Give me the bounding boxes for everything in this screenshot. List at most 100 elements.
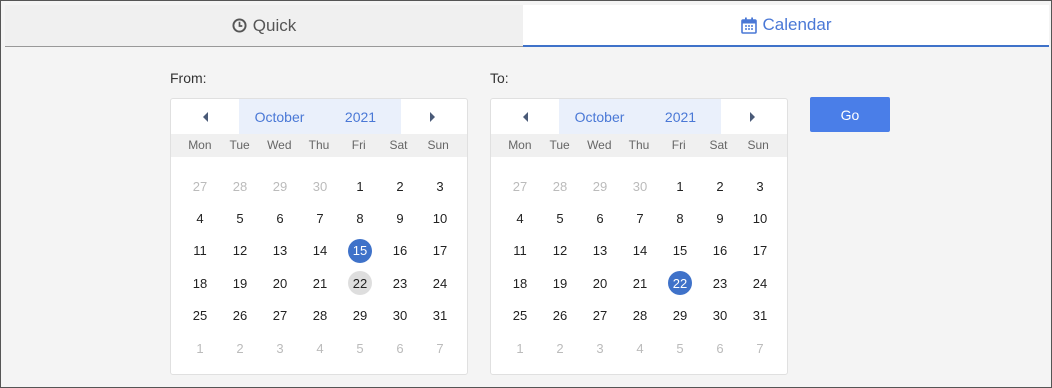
year-select[interactable]: 2021: [640, 109, 721, 125]
day-cell[interactable]: 14: [300, 235, 340, 267]
day-cell[interactable]: 5: [220, 202, 260, 234]
day-cell[interactable]: 24: [420, 267, 460, 299]
day-cell-outside-month[interactable]: 27: [500, 170, 540, 202]
day-cell-outside-month[interactable]: 3: [260, 332, 300, 364]
day-cell[interactable]: 9: [700, 202, 740, 234]
day-cell[interactable]: 9: [380, 202, 420, 234]
day-number: 29: [352, 308, 368, 324]
day-cell-outside-month[interactable]: 30: [620, 170, 660, 202]
day-cell[interactable]: 6: [260, 202, 300, 234]
day-cell[interactable]: 24: [740, 267, 780, 299]
prev-month-button[interactable]: [491, 99, 561, 134]
day-cell[interactable]: 3: [740, 170, 780, 202]
day-cell[interactable]: 19: [220, 267, 260, 299]
day-cell[interactable]: 8: [660, 202, 700, 234]
day-cell[interactable]: 22: [660, 267, 700, 299]
day-cell-outside-month[interactable]: 30: [300, 170, 340, 202]
day-cell[interactable]: 10: [740, 202, 780, 234]
day-cell[interactable]: 11: [180, 235, 220, 267]
day-cell-outside-month[interactable]: 6: [380, 332, 420, 364]
day-cell[interactable]: 16: [380, 235, 420, 267]
day-cell-outside-month[interactable]: 29: [260, 170, 300, 202]
day-cell-outside-month[interactable]: 3: [580, 332, 620, 364]
day-cell[interactable]: 11: [500, 235, 540, 267]
day-cell[interactable]: 7: [300, 202, 340, 234]
day-cell[interactable]: 10: [420, 202, 460, 234]
day-cell-outside-month[interactable]: 5: [660, 332, 700, 364]
day-cell-outside-month[interactable]: 28: [540, 170, 580, 202]
day-cell[interactable]: 17: [420, 235, 460, 267]
day-cell[interactable]: 29: [340, 300, 380, 332]
month-select[interactable]: October: [559, 109, 640, 125]
day-cell[interactable]: 2: [380, 170, 420, 202]
day-cell[interactable]: 4: [500, 202, 540, 234]
day-number: 2: [396, 178, 404, 194]
day-cell[interactable]: 18: [180, 267, 220, 299]
day-cell-outside-month[interactable]: 4: [300, 332, 340, 364]
day-cell[interactable]: 12: [540, 235, 580, 267]
day-cell[interactable]: 7: [620, 202, 660, 234]
day-cell-outside-month[interactable]: 29: [580, 170, 620, 202]
day-cell[interactable]: 15: [340, 235, 380, 267]
day-cell[interactable]: 5: [540, 202, 580, 234]
day-cell[interactable]: 14: [620, 235, 660, 267]
day-cell[interactable]: 4: [180, 202, 220, 234]
day-cell[interactable]: 27: [580, 300, 620, 332]
day-cell-outside-month[interactable]: 7: [740, 332, 780, 364]
day-cell[interactable]: 13: [580, 235, 620, 267]
day-cell[interactable]: 17: [740, 235, 780, 267]
day-cell[interactable]: 23: [700, 267, 740, 299]
day-cell-outside-month[interactable]: 28: [220, 170, 260, 202]
day-cell-outside-month[interactable]: 2: [220, 332, 260, 364]
day-cell[interactable]: 16: [700, 235, 740, 267]
day-cell[interactable]: 29: [660, 300, 700, 332]
day-cell[interactable]: 26: [220, 300, 260, 332]
week-row: 4 5 6 7 8 9 10: [500, 202, 780, 234]
day-cell[interactable]: 1: [660, 170, 700, 202]
month-select[interactable]: October: [239, 109, 320, 125]
day-cell[interactable]: 8: [340, 202, 380, 234]
day-cell[interactable]: 13: [260, 235, 300, 267]
day-cell[interactable]: 28: [300, 300, 340, 332]
day-cell-outside-month[interactable]: 27: [180, 170, 220, 202]
day-cell[interactable]: 2: [700, 170, 740, 202]
day-cell-outside-month[interactable]: 1: [500, 332, 540, 364]
day-cell[interactable]: 31: [420, 300, 460, 332]
day-number: 1: [676, 178, 684, 194]
next-month-button[interactable]: [717, 99, 787, 134]
day-cell-outside-month[interactable]: 5: [340, 332, 380, 364]
year-select[interactable]: 2021: [320, 109, 401, 125]
day-cell[interactable]: 12: [220, 235, 260, 267]
tab-calendar[interactable]: Calendar: [523, 5, 1049, 47]
day-cell[interactable]: 31: [740, 300, 780, 332]
day-cell-outside-month[interactable]: 7: [420, 332, 460, 364]
day-cell[interactable]: 30: [700, 300, 740, 332]
go-button[interactable]: Go: [810, 97, 890, 132]
day-cell[interactable]: 28: [620, 300, 660, 332]
day-cell[interactable]: 26: [540, 300, 580, 332]
day-cell[interactable]: 21: [300, 267, 340, 299]
prev-month-button[interactable]: [171, 99, 241, 134]
day-cell[interactable]: 22: [340, 267, 380, 299]
day-number: 9: [396, 211, 404, 227]
day-cell-outside-month[interactable]: 6: [700, 332, 740, 364]
day-cell[interactable]: 23: [380, 267, 420, 299]
next-month-button[interactable]: [397, 99, 467, 134]
day-cell[interactable]: 6: [580, 202, 620, 234]
day-cell[interactable]: 25: [180, 300, 220, 332]
day-cell[interactable]: 30: [380, 300, 420, 332]
day-cell-outside-month[interactable]: 1: [180, 332, 220, 364]
day-cell[interactable]: 21: [620, 267, 660, 299]
tab-quick[interactable]: Quick: [5, 5, 523, 47]
day-cell[interactable]: 15: [660, 235, 700, 267]
day-cell-outside-month[interactable]: 4: [620, 332, 660, 364]
day-cell[interactable]: 20: [580, 267, 620, 299]
day-cell[interactable]: 3: [420, 170, 460, 202]
day-cell[interactable]: 25: [500, 300, 540, 332]
day-cell[interactable]: 27: [260, 300, 300, 332]
day-cell[interactable]: 20: [260, 267, 300, 299]
day-cell[interactable]: 19: [540, 267, 580, 299]
day-cell[interactable]: 1: [340, 170, 380, 202]
day-cell-outside-month[interactable]: 2: [540, 332, 580, 364]
day-cell[interactable]: 18: [500, 267, 540, 299]
